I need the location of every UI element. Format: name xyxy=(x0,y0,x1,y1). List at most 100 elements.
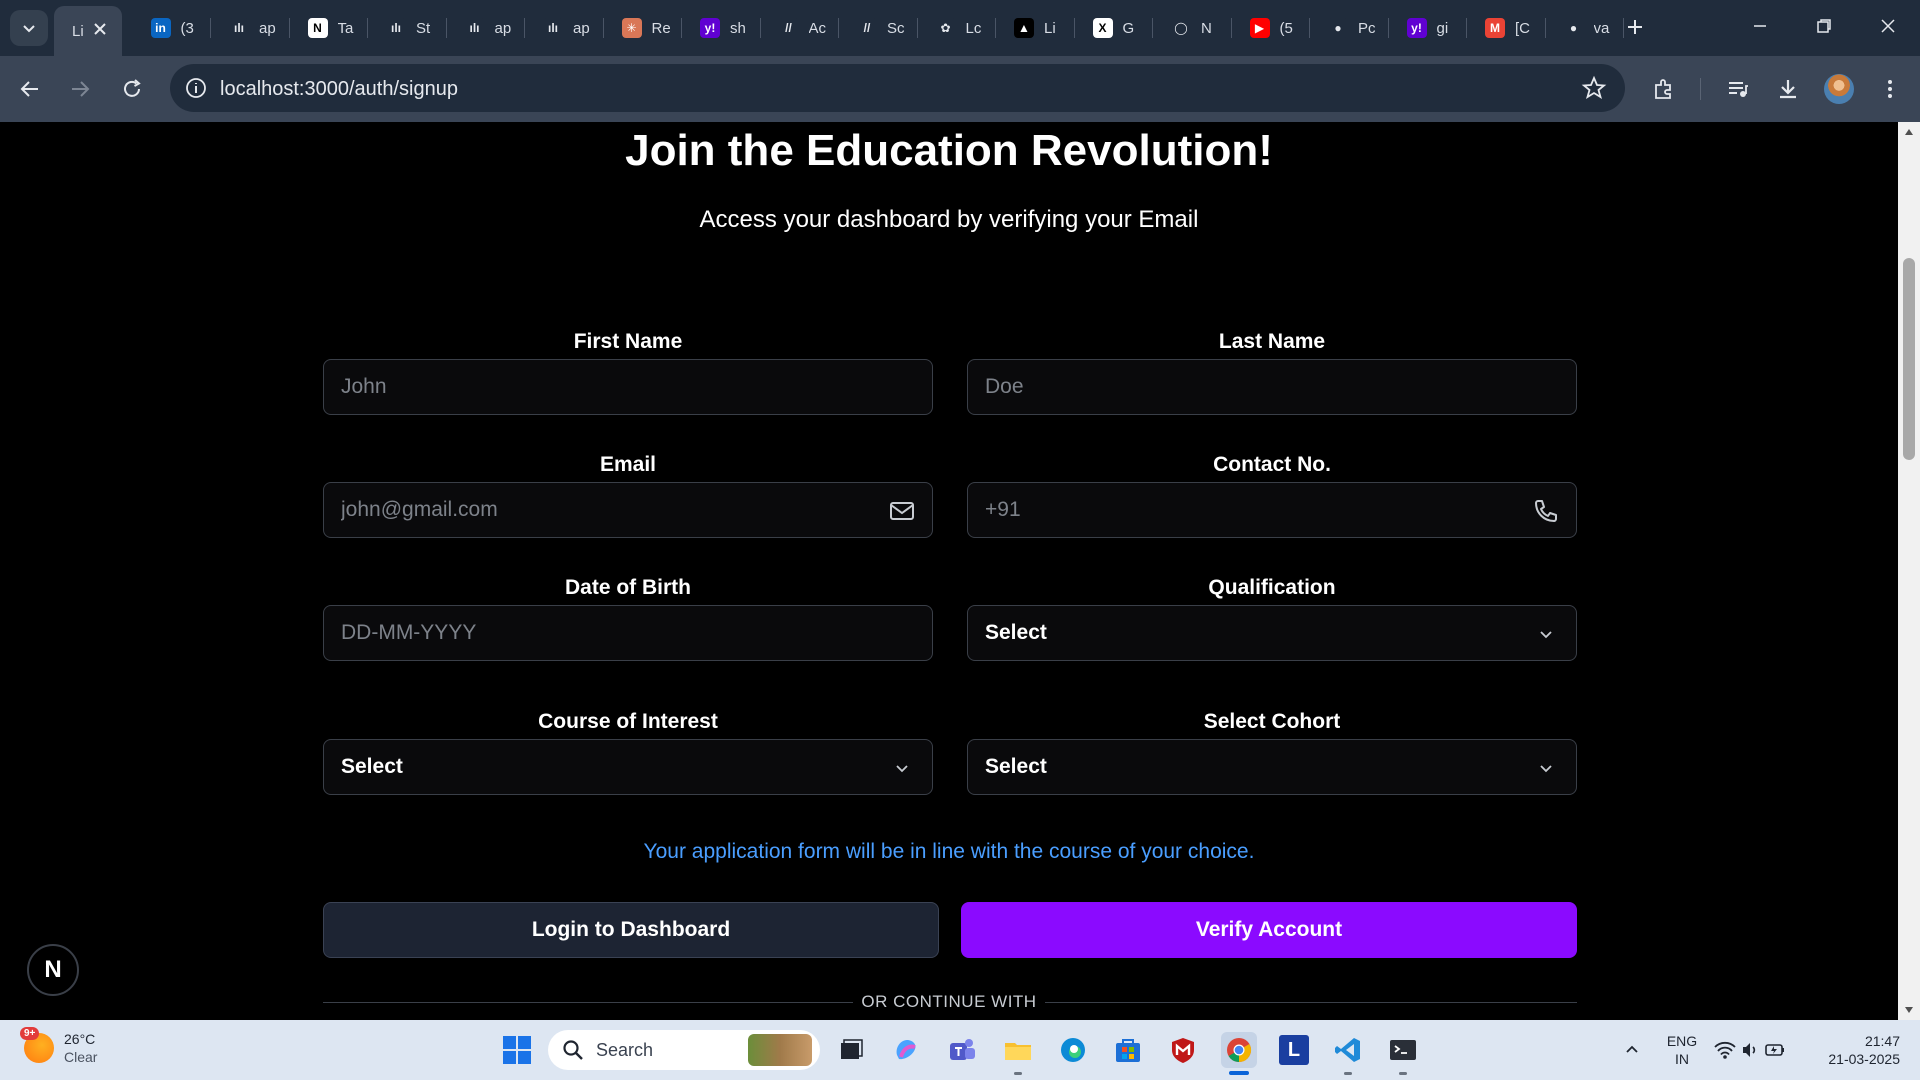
windows-taskbar: 9+ 26°C Clear Search L ENG IN 21:47 21-0… xyxy=(0,1020,1920,1080)
bar-icon: ılı xyxy=(386,18,406,38)
scroll-up-icon[interactable] xyxy=(1903,126,1915,138)
browser-tab[interactable]: // Ac xyxy=(761,6,839,50)
page-scrollbar[interactable] xyxy=(1898,122,1920,1020)
browser-tab[interactable]: y! sh xyxy=(682,6,761,50)
mcafee-button[interactable] xyxy=(1165,1032,1201,1068)
tab-title: Li xyxy=(72,22,84,40)
downloads-button[interactable] xyxy=(1772,73,1804,105)
tab-strip: Li in (3 ılı ap N Ta ılı St ılı ap ılı ap ✳ Re y! sh//Ac… xyxy=(0,0,1920,56)
chrome-button[interactable] xyxy=(1221,1032,1257,1068)
browser-tab[interactable]: ılı St xyxy=(368,6,447,50)
browser-tab[interactable]: XG xyxy=(1075,6,1153,50)
more-vertical-icon xyxy=(1888,80,1892,98)
l-app-button[interactable]: L xyxy=(1276,1032,1312,1068)
task-view-button[interactable] xyxy=(833,1032,869,1068)
close-window-button[interactable] xyxy=(1876,14,1900,38)
browser-tab[interactable]: ılı ap xyxy=(525,6,604,50)
file-explorer-button[interactable] xyxy=(1000,1032,1036,1068)
login-button[interactable]: Login to Dashboard xyxy=(323,902,939,958)
new-tab-button[interactable] xyxy=(1620,12,1650,42)
browser-tab[interactable]: // Sc xyxy=(839,6,918,50)
dob-field[interactable] xyxy=(323,605,933,661)
weather-widget[interactable]: 9+ 26°C Clear xyxy=(20,1027,97,1066)
terminal-button[interactable] xyxy=(1385,1032,1421,1068)
media-controls-button[interactable] xyxy=(1722,73,1754,105)
language-code: ENG xyxy=(1666,1033,1698,1049)
minimize-button[interactable] xyxy=(1748,14,1772,38)
clock-date: 21-03-2025 xyxy=(1828,1051,1900,1067)
last-name-input[interactable] xyxy=(968,360,1576,414)
taskbar-search[interactable]: Search xyxy=(548,1030,820,1070)
claude-icon: ✳ xyxy=(621,18,642,38)
browser-tab[interactable]: ✳ Re xyxy=(604,6,682,50)
browser-tab[interactable]: ● Pc xyxy=(1310,6,1389,50)
course-note: Your application form will be in line wi… xyxy=(643,840,1255,863)
running-indicator xyxy=(1014,1072,1022,1075)
browser-tab[interactable]: N Ta xyxy=(290,6,368,50)
browser-tab[interactable]: Li xyxy=(54,6,122,56)
browser-tab[interactable]: ılı ap xyxy=(211,6,290,50)
email-input[interactable] xyxy=(324,483,932,537)
store-button[interactable] xyxy=(1110,1032,1146,1068)
email-label: Email xyxy=(599,453,657,476)
tab-title: St xyxy=(416,19,431,37)
weather-temp: 26°C xyxy=(64,1031,96,1047)
start-button[interactable] xyxy=(499,1032,535,1068)
github-icon: ● xyxy=(1563,18,1584,38)
verify-account-button[interactable]: Verify Account xyxy=(961,902,1577,958)
profile-button[interactable] xyxy=(1823,73,1855,105)
bookmark-star-icon[interactable] xyxy=(1581,75,1607,101)
reload-button[interactable] xyxy=(116,73,148,105)
browser-tab[interactable]: ılı ap xyxy=(447,6,525,50)
first-name-field[interactable] xyxy=(323,359,933,415)
contact-input[interactable] xyxy=(968,483,1576,537)
contact-field[interactable] xyxy=(967,482,1577,538)
course-select[interactable]: Select xyxy=(323,739,933,795)
browser-tab[interactable]: ▶ (5 xyxy=(1232,6,1310,50)
email-field[interactable] xyxy=(323,482,933,538)
active-app-indicator xyxy=(1229,1071,1249,1075)
extensions-button[interactable] xyxy=(1648,73,1680,105)
browser-tab[interactable]: in (3 xyxy=(133,6,211,50)
github-icon: ● xyxy=(1328,18,1348,38)
bar-icon: ılı xyxy=(229,18,249,38)
close-tab-icon[interactable] xyxy=(92,21,108,37)
clock[interactable]: 21:47 21-03-2025 xyxy=(1810,1032,1900,1068)
browser-tab[interactable]: ▲ Li xyxy=(996,6,1075,50)
notion-icon: N xyxy=(307,18,328,38)
restore-button[interactable] xyxy=(1812,14,1836,38)
browser-tab[interactable]: y! gi xyxy=(1389,6,1467,50)
back-button[interactable] xyxy=(14,73,46,105)
address-bar[interactable]: localhost:3000/auth/signup xyxy=(170,64,1625,112)
dob-input[interactable] xyxy=(324,606,932,660)
nextjs-dev-badge[interactable]: N xyxy=(27,944,79,996)
page-subtitle: Access your dashboard by verifying your … xyxy=(699,206,1199,233)
chevron-down-icon xyxy=(1540,631,1552,639)
site-info-icon[interactable] xyxy=(184,76,208,100)
first-name-label: First Name xyxy=(573,330,683,353)
forward-button[interactable] xyxy=(64,73,96,105)
tab-title: Lc xyxy=(965,19,982,37)
first-name-input[interactable] xyxy=(324,360,932,414)
vscode-button[interactable] xyxy=(1330,1032,1366,1068)
browser-tab[interactable]: ● va xyxy=(1546,6,1624,50)
url-text[interactable]: localhost:3000/auth/signup xyxy=(220,78,458,101)
divider-label: OR CONTINUE WITH xyxy=(861,992,1037,1011)
gmail-icon: M xyxy=(1485,18,1505,38)
system-tray-status[interactable] xyxy=(1710,1032,1790,1068)
qualification-select[interactable]: Select xyxy=(967,605,1577,661)
browser-tab[interactable]: ◯ N xyxy=(1153,6,1232,50)
scrollbar-thumb[interactable] xyxy=(1903,258,1915,460)
teams-button[interactable] xyxy=(944,1032,980,1068)
cohort-select[interactable]: Select xyxy=(967,739,1577,795)
browser-tab[interactable]: ✿ Lc xyxy=(918,6,996,50)
browser-tab[interactable]: M [C xyxy=(1467,6,1546,50)
show-hidden-icons-button[interactable] xyxy=(1614,1032,1650,1068)
chrome-menu-button[interactable] xyxy=(1874,73,1906,105)
language-indicator[interactable]: ENG IN xyxy=(1664,1032,1700,1068)
last-name-field[interactable] xyxy=(967,359,1577,415)
edge-button[interactable] xyxy=(1055,1032,1091,1068)
copilot-button[interactable] xyxy=(888,1032,924,1068)
tab-search-button[interactable] xyxy=(10,10,48,46)
scroll-down-icon[interactable] xyxy=(1903,1004,1915,1016)
